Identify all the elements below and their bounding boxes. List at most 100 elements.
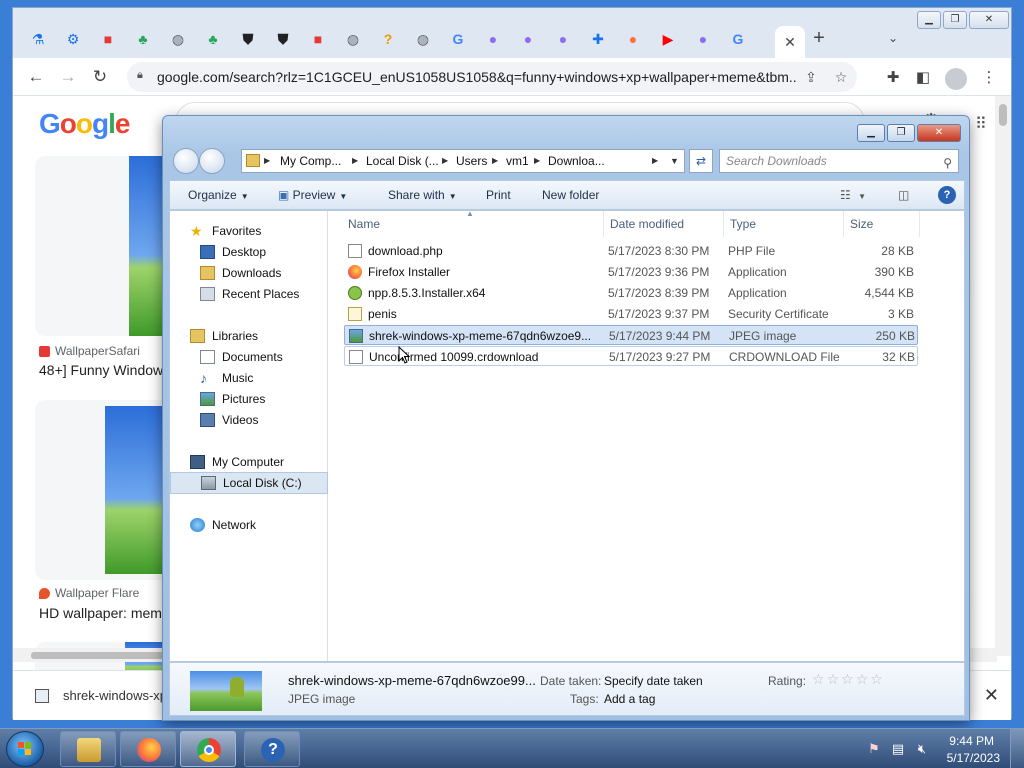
browser-tab[interactable]: ⚙ — [58, 26, 88, 52]
action-center-icon[interactable]: ⚑ — [866, 741, 882, 757]
nav-favorites[interactable]: ★ Favorites — [170, 221, 328, 241]
browser-tab[interactable]: ● — [548, 26, 578, 52]
taskbar-firefox[interactable] — [120, 731, 176, 767]
column-date-modified[interactable]: Date modified — [604, 211, 724, 237]
rating-stars[interactable]: ☆ ☆ ☆ ☆ ☆ — [812, 671, 885, 688]
chrome-minimize-button[interactable]: ▁ — [917, 11, 941, 29]
download-item[interactable]: shrek-windows-xp — [31, 683, 181, 709]
breadcrumb-arrow-icon[interactable]: ▶ — [264, 150, 270, 172]
browser-tab[interactable]: ? — [373, 26, 403, 52]
star-icon[interactable]: ☆ — [827, 671, 840, 688]
address-bar[interactable]: ▶ My Comp... ▶ Local Disk (... ▶ Users ▶… — [241, 149, 685, 173]
nav-local-disk[interactable]: Local Disk (C:) — [170, 472, 328, 494]
browser-tab[interactable]: ● — [513, 26, 543, 52]
nav-desktop[interactable]: Desktop — [170, 242, 328, 262]
reload-icon[interactable]: ↻ — [87, 64, 113, 90]
download-filename[interactable]: shrek-windows-xp — [63, 688, 167, 703]
network-tray-icon[interactable]: ▤ — [890, 741, 906, 757]
star-icon[interactable]: ☆ — [870, 671, 883, 688]
browser-tab[interactable]: ■ — [303, 26, 333, 52]
taskbar-explorer[interactable] — [60, 731, 116, 767]
result-source[interactable]: WallpaperSafari — [55, 344, 140, 358]
chrome-maximize-button[interactable]: ❐ — [943, 11, 967, 29]
scrollbar-thumb[interactable] — [31, 652, 171, 659]
taskbar-chrome[interactable] — [180, 731, 236, 767]
nav-libraries[interactable]: Libraries — [170, 326, 328, 346]
preview-pane-icon[interactable]: ◫ — [898, 181, 909, 209]
breadcrumb-arrow-icon[interactable]: ▶ — [534, 150, 540, 172]
file-row[interactable]: shrek-windows-xp-meme-67qdn6wzoe9... 5/17… — [344, 325, 918, 345]
browser-tab[interactable]: G — [723, 26, 753, 52]
new-folder-button[interactable]: New folder — [542, 181, 599, 209]
file-row[interactable]: download.php 5/17/2023 8:30 PM PHP File 28 … — [344, 241, 918, 261]
vertical-scrollbar[interactable] — [995, 96, 1011, 656]
maximize-button[interactable]: ❐ — [887, 124, 915, 142]
refresh-icon[interactable]: ⇄ — [689, 149, 713, 173]
column-type[interactable]: Type — [724, 211, 844, 237]
breadcrumb-arrow-icon[interactable]: ▶ — [652, 150, 658, 172]
organize-button[interactable]: Organize ▼ — [188, 181, 249, 211]
browser-tab[interactable]: ◍ — [163, 26, 193, 52]
browser-tab[interactable]: G — [443, 26, 473, 52]
nav-music[interactable]: ♪ Music — [170, 368, 328, 388]
browser-tab[interactable]: ⛊ — [268, 26, 298, 52]
search-icon[interactable]: ⚲ — [943, 152, 952, 174]
share-with-button[interactable]: Share with ▼ — [388, 181, 457, 211]
browser-tab[interactable]: ● — [618, 26, 648, 52]
help-icon[interactable]: ? — [938, 186, 956, 204]
browser-tab[interactable]: ■ — [93, 26, 123, 52]
chrome-menu-icon[interactable]: ⋮ — [979, 68, 999, 88]
address-url[interactable]: google.com/search?rlz=1C1GCEU_enUS1058US… — [157, 62, 797, 92]
image-result-card[interactable] — [35, 156, 175, 336]
nav-pictures[interactable]: Pictures — [170, 389, 328, 409]
tab-active[interactable]: ✕ — [775, 26, 805, 58]
date-taken-value[interactable]: Specify date taken — [604, 674, 703, 688]
browser-tab[interactable]: ♣ — [198, 26, 228, 52]
result-source[interactable]: Wallpaper Flare — [55, 586, 139, 600]
star-icon[interactable]: ☆ — [812, 671, 825, 688]
profile-avatar[interactable] — [945, 68, 967, 90]
new-tab-button[interactable]: + — [807, 26, 831, 50]
file-row[interactable]: penis 5/17/2023 9:37 PM Security Certifica… — [344, 304, 918, 324]
breadcrumb-users[interactable]: Users — [456, 150, 487, 172]
browser-tab[interactable]: ⚗ — [23, 26, 53, 52]
nav-my-computer[interactable]: My Computer — [170, 452, 328, 472]
forward-button[interactable] — [199, 148, 225, 174]
scrollbar-thumb[interactable] — [999, 104, 1007, 126]
back-button[interactable] — [173, 148, 199, 174]
apps-grid-icon[interactable]: ⠿ — [975, 114, 993, 133]
browser-tab[interactable]: ♣ — [128, 26, 158, 52]
tab-close-icon[interactable]: ✕ — [784, 34, 796, 51]
star-icon[interactable]: ☆ — [856, 671, 869, 688]
image-result-card[interactable] — [35, 400, 175, 580]
breadcrumb-arrow-icon[interactable]: ▶ — [352, 150, 358, 172]
google-logo[interactable]: Google — [39, 108, 130, 140]
breadcrumb-downloads[interactable]: Downloa... — [548, 150, 605, 172]
browser-tab[interactable]: ▶ — [653, 26, 683, 52]
forward-icon[interactable]: → — [55, 64, 81, 90]
extensions-puzzle-icon[interactable]: ✚ — [883, 68, 903, 88]
result-title[interactable]: 48+] Funny Window — [39, 362, 163, 378]
browser-tab[interactable]: ● — [688, 26, 718, 52]
nav-network[interactable]: Network — [170, 515, 328, 535]
breadcrumb-vm1[interactable]: vm1 — [506, 150, 529, 172]
preview-button[interactable]: ▣ Preview ▼ — [278, 181, 347, 211]
browser-tab[interactable]: ◍ — [408, 26, 438, 52]
download-shelf-close-icon[interactable]: ✕ — [984, 685, 999, 706]
tab-search-icon[interactable]: ⌄ — [883, 28, 903, 48]
show-desktop-button[interactable] — [1010, 729, 1024, 768]
print-button[interactable]: Print — [486, 181, 511, 209]
breadcrumb-local-disk[interactable]: Local Disk (... — [366, 150, 439, 172]
column-size[interactable]: Size — [844, 211, 920, 237]
nav-videos[interactable]: Videos — [170, 410, 328, 430]
side-panel-icon[interactable]: ◧ — [913, 68, 933, 88]
clock-time[interactable]: 9:44 PM — [949, 734, 994, 748]
chrome-close-button[interactable]: ✕ — [969, 11, 1009, 29]
back-icon[interactable]: ← — [23, 64, 49, 90]
breadcrumb-my-computer[interactable]: My Comp... — [280, 150, 341, 172]
file-row[interactable]: Firefox Installer 5/17/2023 9:36 PM Applic… — [344, 262, 918, 282]
browser-tab[interactable]: ◍ — [338, 26, 368, 52]
view-options-icon[interactable]: ☷ ▼ — [840, 181, 866, 211]
minimize-button[interactable]: ▁ — [857, 124, 885, 142]
nav-recent-places[interactable]: Recent Places — [170, 284, 328, 304]
